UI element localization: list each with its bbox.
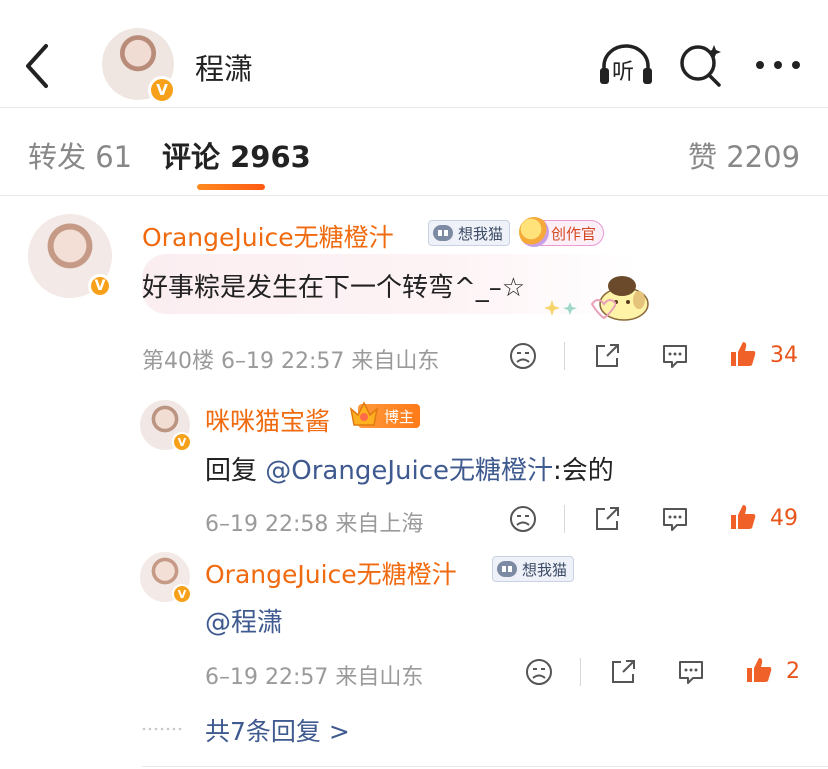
tabs-divider [0, 195, 828, 196]
like-icon[interactable] [728, 339, 758, 369]
tab-comments[interactable]: 评论 2963 [162, 134, 311, 176]
reply-mention-link[interactable]: @程潇 [205, 602, 283, 639]
like-icon[interactable] [744, 655, 774, 685]
share-icon[interactable] [592, 341, 622, 371]
verified-badge-icon: V [88, 274, 112, 298]
creator-badge-icon [519, 217, 549, 247]
like-count: 49 [770, 506, 798, 531]
blogger-tag: 博主 [349, 401, 421, 428]
reply-content: 回复 @OrangeJuice无糖橙汁:会的 [205, 450, 614, 487]
comment-content: 好事粽是发生在下一个转弯^_–☆ [142, 273, 526, 303]
fan-tag-label: 想我猫 [522, 560, 568, 579]
fan-tag-icon [497, 561, 517, 577]
action-divider [580, 658, 581, 686]
dotted-line-icon [142, 727, 182, 731]
tab-reposts-count: 61 [95, 140, 133, 174]
reply-icon[interactable] [660, 341, 690, 371]
share-icon[interactable] [592, 504, 622, 534]
fan-tag-label: 想我猫 [458, 224, 504, 243]
listen-label: 听 [612, 60, 635, 85]
reply-icon[interactable] [676, 657, 706, 687]
more-replies-link[interactable]: 共7条回复 > [205, 712, 350, 748]
more-icon[interactable] [755, 58, 801, 72]
fan-tag[interactable]: 想我猫 [428, 220, 511, 246]
reply-username[interactable]: 咪咪猫宝酱 [205, 402, 330, 438]
verified-badge-icon: V [172, 584, 192, 604]
crown-icon [349, 401, 379, 426]
dislike-face-icon[interactable] [524, 657, 554, 687]
creator-tag-label: 创作官 [551, 224, 597, 243]
action-divider [564, 505, 565, 533]
search-icon[interactable] [678, 42, 724, 88]
tab-reposts-label: 转发 [28, 140, 87, 174]
creator-tag[interactable]: 创作官 [519, 217, 605, 247]
back-icon[interactable] [18, 40, 58, 92]
active-tab-indicator [197, 184, 265, 190]
verified-badge-icon: V [148, 76, 176, 104]
fan-tag[interactable]: 想我猫 [492, 556, 575, 582]
comment-meta: 第40楼 6–19 22:57 来自山东 [142, 349, 440, 374]
header-divider [0, 107, 828, 108]
dislike-face-icon[interactable] [508, 341, 538, 371]
reply-mention-link[interactable]: @OrangeJuice无糖橙汁 [265, 456, 553, 486]
reply-username[interactable]: OrangeJuice无糖橙汁 [205, 555, 457, 591]
tab-likes-count: 2209 [726, 140, 801, 174]
reply-icon[interactable] [660, 504, 690, 534]
comment-username[interactable]: OrangeJuice无糖橙汁 [142, 218, 394, 254]
share-icon[interactable] [608, 657, 638, 687]
listen-button[interactable]: 听 [598, 42, 654, 86]
reply-suffix: :会的 [553, 456, 614, 486]
comment-divider [142, 766, 828, 767]
tab-comments-label: 评论 [162, 140, 221, 174]
verified-badge-icon: V [172, 432, 192, 452]
reply-meta: 6–19 22:57 来自山东 [205, 665, 424, 690]
reply-prefix: 回复 [205, 456, 266, 486]
blogger-tag-label: 博主 [384, 407, 415, 426]
page-title: 程潇 [195, 52, 254, 86]
tab-likes[interactable]: 赞 2209 [688, 134, 800, 176]
tab-reposts[interactable]: 转发 61 [28, 134, 132, 176]
stars-sticker-icon [544, 299, 616, 320]
reply-meta: 6–19 22:58 来自上海 [205, 512, 424, 537]
like-count: 2 [786, 659, 800, 684]
dislike-face-icon[interactable] [508, 504, 538, 534]
fan-tag-icon [433, 225, 453, 241]
like-count: 34 [770, 343, 798, 368]
like-icon[interactable] [728, 502, 758, 532]
tab-likes-label: 赞 [688, 140, 718, 174]
action-divider [564, 342, 565, 370]
tab-comments-count: 2963 [230, 140, 311, 174]
